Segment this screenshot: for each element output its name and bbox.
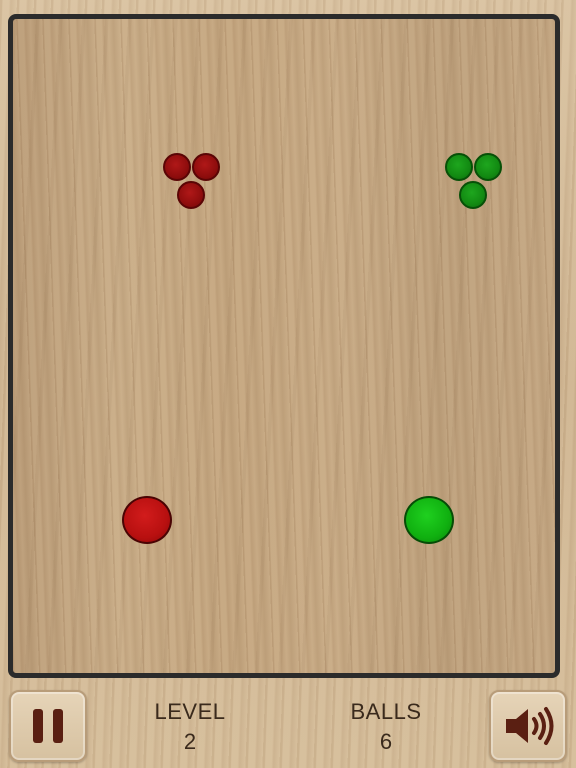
balls-label: BALLS: [350, 699, 422, 724]
green-player-ball[interactable]: [404, 496, 454, 544]
green-target-ball: [474, 153, 502, 181]
green-target-ball: [445, 153, 473, 181]
balls-value: 6: [379, 729, 393, 754]
green-target-ball: [459, 181, 487, 209]
balls-display: BALLS 6: [321, 698, 451, 758]
level-label: LEVEL: [154, 699, 226, 724]
pause-icon: [33, 709, 63, 743]
pause-button[interactable]: [9, 690, 87, 762]
level-display: LEVEL 2: [125, 698, 255, 758]
red-player-ball[interactable]: [122, 496, 172, 544]
level-value: 2: [183, 729, 197, 754]
red-target-ball: [163, 153, 191, 181]
speaker-volume-icon: [506, 707, 554, 745]
red-target-ball: [177, 181, 205, 209]
sound-button[interactable]: [489, 690, 567, 762]
red-target-ball: [192, 153, 220, 181]
game-board[interactable]: [8, 14, 560, 678]
